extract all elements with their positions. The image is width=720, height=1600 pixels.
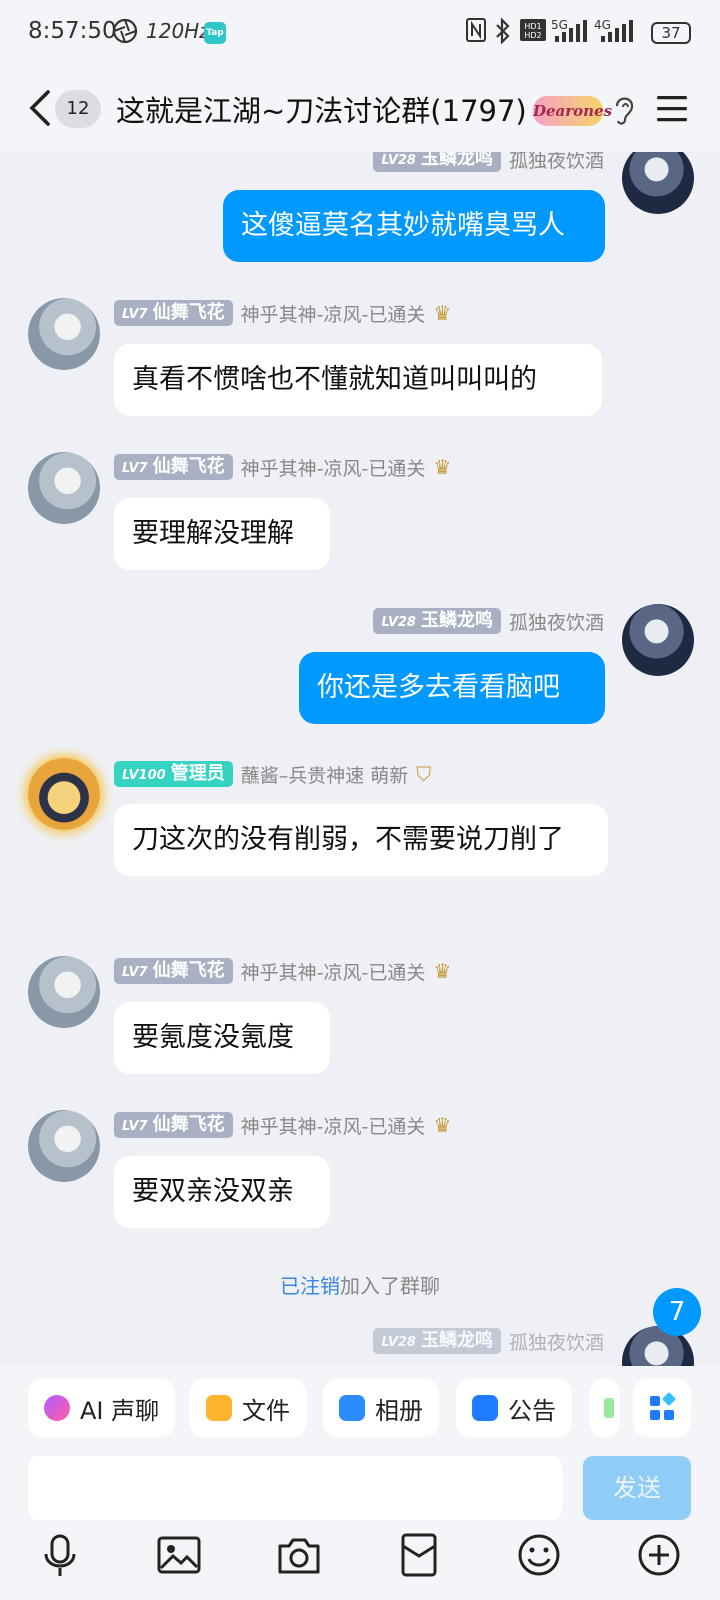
sender-nickname[interactable]: 神乎其神-凉风-已通关 [241,454,426,481]
message-bubble[interactable]: 要理解没理解 [114,498,330,570]
signal-4g-icon [601,20,633,42]
sender-meta: LV28 玉鳞龙鸣 孤独夜饮酒 [373,1328,604,1354]
chat-header: 12 这就是江湖~刀法讨论群(1797) Dearones [0,68,720,152]
notice-label: 公告 [508,1396,556,1425]
send-button[interactable]: 发送 [583,1456,691,1520]
sender-meta: LV7 仙舞飞花 神乎其神-凉风-已通关 ♛ [114,300,451,326]
message-list[interactable]: LV28 玉鳞龙鸣 孤独夜饮酒 这傻逼莫名其妙就嘴臭骂人 LV7 仙舞飞花 神乎其神… [0,152,720,1366]
crown-medal-icon: ♛ [433,959,452,983]
refresh-rate: 120Hz [146,19,210,43]
level-badge: LV28 玉鳞龙鸣 [373,608,501,634]
level-badge: LV28 玉鳞龙鸣 [373,1328,501,1354]
crown-medal-icon: ♛ [433,301,452,325]
svg-text:HD1: HD1 [524,22,541,31]
level-badge: LV28 玉鳞龙鸣 [373,152,501,172]
avatar[interactable] [28,452,100,524]
system-notice: 已注销加入了群聊 [0,1270,720,1299]
status-bar: 8:57:50 120Hz Tap HD1 HD2 5G 4G 37 [0,0,720,68]
sender-meta: LV28 玉鳞龙鸣 孤独夜饮酒 [373,152,604,172]
message-bubble[interactable]: 刀这次的没有削弱，不需要说刀削了 [114,804,608,876]
avatar[interactable] [622,604,694,676]
emoji-icon[interactable] [516,1532,562,1578]
ai-voice-icon [44,1395,70,1421]
crown-medal-icon: ♛ [433,455,452,479]
red-packet-icon[interactable] [396,1532,442,1578]
sender-nickname[interactable]: 蘸酱–兵贵神速 萌新 [241,761,409,788]
svg-text:HD2: HD2 [524,31,541,40]
notice-button[interactable]: 公告 [456,1379,572,1437]
tools-grid-button[interactable] [633,1379,691,1437]
input-row: 发送 [0,1456,720,1530]
unread-count-badge[interactable]: 12 [55,90,101,128]
bottom-action-bar [0,1530,720,1600]
ai-voice-label: AI 声聊 [80,1396,160,1425]
sender-nickname[interactable]: 孤独夜饮酒 [509,608,604,635]
avatar[interactable] [28,956,100,1028]
camera-icon[interactable] [276,1532,322,1578]
new-message-count-badge[interactable]: 7 [653,1288,701,1336]
menu-icon[interactable] [656,94,688,124]
avatar[interactable] [28,298,100,370]
message-input[interactable] [28,1456,562,1520]
ear-icon[interactable] [613,94,635,126]
level-badge: LV7 仙舞飞花 [114,1112,233,1138]
sender-nickname[interactable]: 孤独夜饮酒 [509,152,604,173]
album-button[interactable]: 相册 [323,1379,439,1437]
level-badge: LV7 仙舞飞花 [114,300,233,326]
message-bubble[interactable]: 这傻逼莫名其妙就嘴臭骂人 [223,190,605,262]
sender-nickname[interactable]: 神乎其神-凉风-已通关 [241,958,426,985]
sender-nickname[interactable]: 孤独夜饮酒 [509,1328,604,1355]
level-badge: LV7 仙舞飞花 [114,454,233,480]
sender-meta: LV7 仙舞飞花 神乎其神-凉风-已通关 ♛ [114,454,451,480]
shield-medal-icon: ⛉ [416,762,432,786]
sender-meta: LV100 管理员 蘸酱–兵贵神速 萌新 ⛉ [114,761,431,787]
message-bubble[interactable]: 真看不惯啥也不懂就知道叫叫叫的 [114,344,602,416]
status-time: 8:57:50 [28,18,117,44]
apps-grid-icon [650,1392,676,1420]
dearones-badge[interactable]: Dearones [533,96,612,126]
avatar[interactable] [28,758,100,830]
quick-tools-bar: AI 声聊 文件 相册 公告 [0,1366,720,1456]
files-label: 文件 [242,1396,290,1425]
nfc-icon [466,18,486,42]
folder-icon [206,1395,232,1421]
battery-level: 37 [651,22,691,44]
aperture-icon [112,18,138,44]
back-arrow-icon[interactable] [26,88,56,128]
sender-nickname[interactable]: 神乎其神-凉风-已通关 [241,1112,426,1139]
album-icon [339,1395,365,1421]
bluetooth-icon [496,18,510,44]
sender-meta: LV7 仙舞飞花 神乎其神-凉风-已通关 ♛ [114,958,451,984]
message-bubble[interactable]: 要氪度没氪度 [114,1002,330,1074]
crown-medal-icon: ♛ [433,1113,452,1137]
message-bubble[interactable]: 你还是多去看看脑吧 [299,652,605,724]
level-badge: LV7 仙舞飞花 [114,958,233,984]
partial-tool-icon [604,1398,614,1418]
signal-5g-icon [555,20,587,42]
message-bubble[interactable]: 要双亲没双亲 [114,1156,330,1228]
group-title[interactable]: 这就是江湖~刀法讨论群(1797) [116,88,527,130]
tap-app-icon: Tap [204,22,226,44]
sender-nickname[interactable]: 神乎其神-凉风-已通关 [241,300,426,327]
files-button[interactable]: 文件 [190,1379,306,1437]
ai-voice-chat-button[interactable]: AI 声聊 [28,1379,176,1437]
album-label: 相册 [375,1396,423,1425]
hd-icon: HD1 HD2 [520,19,546,41]
plus-icon[interactable] [636,1532,682,1578]
sender-meta: LV28 玉鳞龙鸣 孤独夜饮酒 [373,608,604,634]
announcement-icon [472,1395,498,1421]
avatar[interactable] [622,152,694,214]
system-notice-text: 加入了群聊 [340,1274,440,1298]
admin-badge: LV100 管理员 [114,761,233,787]
microphone-icon[interactable] [37,1532,83,1578]
avatar[interactable] [28,1110,100,1182]
more-tools-chip[interactable] [590,1379,620,1437]
deactivated-user-link[interactable]: 已注销 [280,1274,340,1298]
image-icon[interactable] [156,1532,202,1578]
sender-meta: LV7 仙舞飞花 神乎其神-凉风-已通关 ♛ [114,1112,451,1138]
